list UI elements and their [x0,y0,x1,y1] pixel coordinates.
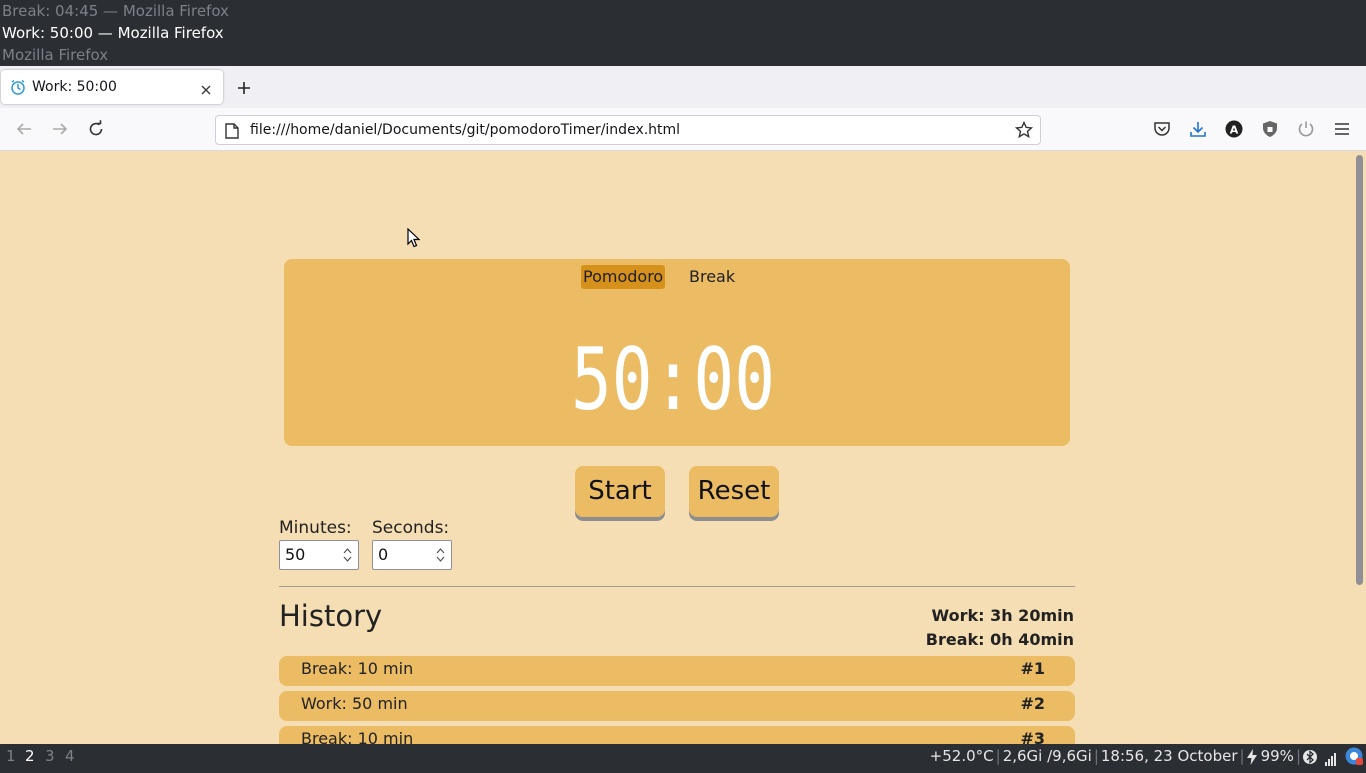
minutes-input[interactable]: 50 [279,540,359,570]
window-entry[interactable]: Break: 04:45 — Mozilla Firefox [0,0,1366,22]
page-scrollbar[interactable] [1354,151,1366,744]
svg-text:A: A [1230,124,1239,137]
memory-usage: 2,6Gi /9,6Gi [1002,747,1092,765]
minutes-value[interactable]: 50 [285,541,305,569]
scrollbar-thumb[interactable] [1356,155,1363,585]
history-item-number: #3 [1020,729,1045,744]
timer-icon [10,79,26,99]
browser-tab[interactable]: Work: 50:00 [1,70,223,104]
reset-button[interactable]: Reset [689,466,779,517]
page-icon [225,123,239,143]
history-item-number: #2 [1020,694,1045,713]
reload-icon[interactable] [87,120,105,142]
history-item-label: Work: 50 min [301,694,408,713]
window-entry-active[interactable]: Work: 50:00 — Mozilla Firefox [0,22,1366,44]
page-content: Pomodoro Break 50:00 Start Reset Minutes… [0,151,1354,744]
account-icon[interactable]: A [1225,120,1243,142]
total-break: Break: 0h 40min [925,630,1074,649]
section-divider [279,586,1075,587]
start-button[interactable]: Start [575,466,665,517]
tab-strip: Work: 50:00 [0,66,1366,108]
downloads-icon[interactable] [1189,120,1207,142]
seconds-label: Seconds: [372,518,450,538]
forward-icon[interactable] [51,120,69,142]
url-bar[interactable]: file:///home/daniel/Documents/git/pomodo… [215,115,1041,145]
history-item-number: #1 [1020,659,1045,678]
cpu-temperature: +52.0°C [929,747,994,765]
back-icon[interactable] [15,120,33,142]
new-tab-icon[interactable] [235,79,253,101]
shield-icon[interactable] [1261,120,1279,142]
url-text[interactable]: file:///home/daniel/Documents/git/pomodo… [250,116,680,144]
timer-display-text: 50:00 [571,337,775,415]
battery-level: 99% [1260,747,1294,765]
spinner-icon[interactable] [343,547,352,567]
menu-icon[interactable] [1333,120,1351,142]
power-icon[interactable] [1297,120,1315,142]
workspace-2[interactable]: 2 [25,744,35,768]
workspace-3[interactable]: 3 [45,744,55,768]
bookmark-star-icon[interactable] [1014,120,1034,143]
close-tab-icon[interactable] [200,81,212,100]
seconds-input[interactable]: 0 [372,540,452,570]
window-list: Break: 04:45 — Mozilla Firefox Work: 50:… [0,0,1366,66]
spinner-icon[interactable] [436,547,445,567]
history-item: Break: 10 min #1 [279,656,1075,686]
history-title: History [279,599,383,633]
date-time: 18:56, 23 October [1100,747,1238,765]
seconds-value[interactable]: 0 [378,541,388,569]
system-status-bar: 1 2 3 4 +52.0°C | 2,6Gi /9,6Gi | 18:56, 23 O… [0,744,1366,768]
tab-title: Work: 50:00 [32,79,117,95]
workspace-1[interactable]: 1 [6,744,16,768]
total-work: Work: 3h 20min [931,606,1074,625]
window-entry[interactable]: Mozilla Firefox [0,44,1366,66]
pocket-icon[interactable] [1153,120,1171,142]
timer-panel: Pomodoro Break 50:00 [284,259,1070,446]
history-item-label: Break: 10 min [301,729,414,744]
status-indicators: +52.0°C | 2,6Gi /9,6Gi | 18:56, 23 October | 9… [930,744,1366,768]
network-signal-icon[interactable] [1317,744,1337,773]
workspace-4[interactable]: 4 [65,744,75,768]
minutes-label: Minutes: [279,518,352,538]
history-item: Work: 50 min #2 [279,691,1075,721]
mode-break[interactable]: Break [687,265,737,289]
mode-pomodoro[interactable]: Pomodoro [581,265,665,289]
mouse-cursor-icon [407,227,421,252]
history-item: Break: 10 min #3 [279,726,1075,744]
history-item-label: Break: 10 min [301,659,414,678]
timer-display: 50:00 [571,337,775,415]
